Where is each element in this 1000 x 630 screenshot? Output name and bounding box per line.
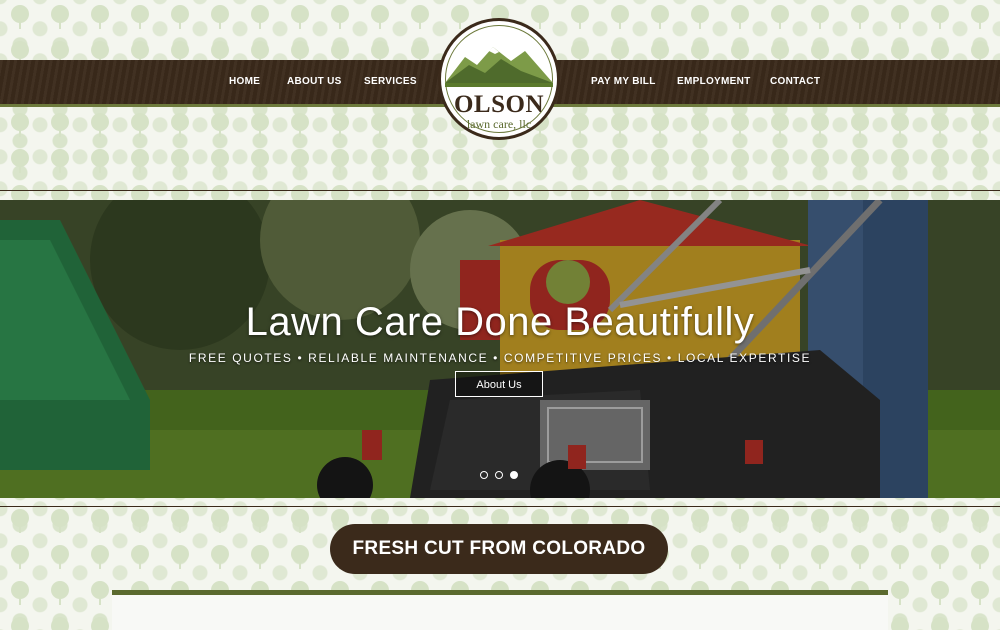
divider-bottom xyxy=(0,506,1000,507)
company-logo[interactable]: OLSON lawn care, llc xyxy=(438,18,560,140)
hero-subtitle: FREE QUOTES • RELIABLE MAINTENANCE • COM… xyxy=(188,351,812,365)
nav-home[interactable]: HOME xyxy=(229,60,260,104)
hero-image xyxy=(0,200,1000,498)
divider-top xyxy=(0,190,1000,191)
nav-employment[interactable]: EMPLOYMENT xyxy=(677,60,751,104)
hero-slider: Lawn Care Done Beautifully FREE QUOTES •… xyxy=(0,200,1000,498)
slider-dot-3[interactable] xyxy=(510,471,518,479)
logo-name: OLSON xyxy=(453,91,545,118)
hero-title: Lawn Care Done Beautifully xyxy=(245,300,755,344)
logo-subtitle: lawn care, llc xyxy=(466,117,532,131)
about-us-button[interactable]: About Us xyxy=(455,371,543,397)
slider-dot-1[interactable] xyxy=(480,471,488,479)
nav-about-us[interactable]: ABOUT US xyxy=(287,60,342,104)
nav-pay-my-bill[interactable]: PAY MY BILL xyxy=(591,60,656,104)
section-heading: FRESH CUT FROM COLORADO xyxy=(330,524,668,574)
nav-contact[interactable]: CONTACT xyxy=(770,60,820,104)
slider-dot-2[interactable] xyxy=(495,471,503,479)
content-panel xyxy=(112,595,888,630)
nav-services[interactable]: SERVICES xyxy=(364,60,417,104)
